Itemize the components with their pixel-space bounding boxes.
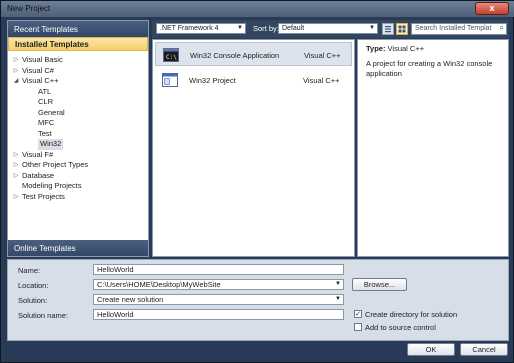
type-label: Type: (366, 44, 386, 53)
template-language: Visual C++ (304, 51, 341, 60)
tree-item-mfc[interactable]: MFC (8, 118, 148, 129)
template-description-text: A project for creating a Win32 console a… (366, 59, 493, 78)
tree-item-label: Win32 (38, 139, 64, 150)
name-field[interactable]: HelloWorld (93, 264, 344, 275)
tree-item-label: MFC (38, 118, 55, 127)
tree-item-clr[interactable]: CLR (8, 97, 148, 108)
tree-item-label: Database (22, 170, 55, 180)
source-control-label: Add to source control (365, 323, 436, 332)
ok-button[interactable]: OK (407, 343, 455, 356)
tree-item-win32[interactable]: Win32 (8, 139, 148, 150)
list-view-icon (385, 26, 391, 33)
tree-item-label: Visual F# (22, 149, 54, 159)
collapsed-arrow-icon[interactable]: ▷ (12, 192, 20, 203)
solution-dropdown[interactable]: Create new solution ▼ (93, 294, 344, 305)
create-directory-label: Create directory for solution (365, 310, 458, 319)
template-item-win32-project[interactable]: Win32 Project Visual C++ (155, 68, 352, 92)
template-type: Type: Visual C++ (366, 44, 500, 53)
template-toolbar: .NET Framework 4 ▼ Sort by: Default ▼ Se… (152, 20, 509, 38)
tree-item-label: Visual C# (22, 65, 54, 75)
template-language: Visual C++ (303, 76, 340, 85)
template-name: Win32 Console Application (190, 51, 280, 60)
window-title: New Project (7, 4, 51, 13)
name-value: HelloWorld (97, 265, 134, 274)
recent-templates-header[interactable]: Recent Templates (8, 21, 148, 37)
template-list: C:\ Win32 Console Application Visual C++… (152, 39, 355, 257)
checkmark-icon: ✓ (355, 311, 361, 318)
details-view-icon (398, 25, 406, 33)
tree-item-database[interactable]: ▷ Database (8, 171, 148, 182)
tree-item-label: Test Projects (22, 191, 65, 201)
sort-by-value: Default (282, 25, 305, 32)
tree-item-label: Test (38, 128, 52, 138)
browse-button[interactable]: Browse... (352, 278, 407, 291)
svg-text:C:\: C:\ (166, 54, 177, 61)
solution-name-field[interactable]: HelloWorld (93, 309, 344, 320)
template-description-panel: Type: Visual C++ A project for creating … (357, 39, 509, 257)
tree-item-visual-c-[interactable]: ▷ Visual C# (8, 66, 148, 77)
cancel-button[interactable]: Cancel (460, 343, 508, 356)
list-view-button[interactable] (382, 23, 394, 35)
installed-templates-header[interactable]: Installed Templates (8, 37, 148, 51)
collapsed-arrow-icon[interactable]: ▷ (12, 160, 20, 171)
location-value: C:\Users\HOME\Desktop\MyWebSite (97, 280, 221, 289)
tree-item-visual-c-[interactable]: ◢ Visual C++ (8, 76, 148, 87)
create-directory-checkbox[interactable]: ✓ (354, 310, 362, 318)
sort-by-label: Sort by: (253, 24, 279, 33)
collapsed-arrow-icon[interactable]: ▷ (12, 66, 20, 77)
collapsed-arrow-icon[interactable]: ▷ (12, 171, 20, 182)
tree-item-atl[interactable]: ATL (8, 87, 148, 98)
magnifier-icon[interactable]: ⌕ (500, 24, 504, 33)
tree-item-label: Modeling Projects (22, 181, 82, 190)
close-button[interactable]: x (475, 2, 509, 15)
project-settings-form: Name: HelloWorld Location: C:\Users\HOME… (7, 259, 509, 341)
details-view-button[interactable] (396, 23, 408, 35)
framework-dropdown[interactable]: .NET Framework 4 ▼ (156, 23, 246, 34)
console-app-icon: C:\ (163, 48, 179, 62)
tree-item-label: Other Project Types (22, 160, 89, 169)
tree-item-test[interactable]: Test (8, 129, 148, 140)
title-bar: New Project x (1, 1, 514, 17)
chevron-down-icon: ▼ (335, 281, 341, 287)
source-control-checkbox[interactable] (354, 323, 362, 331)
solution-name-value: HelloWorld (97, 310, 134, 319)
solution-label: Solution: (18, 296, 48, 305)
template-categories-panel: Recent Templates Installed Templates ▷ Vi… (7, 20, 149, 257)
chevron-down-icon: ▼ (369, 25, 375, 31)
tree-item-general[interactable]: General (8, 108, 148, 119)
dialog-body: Recent Templates Installed Templates ▷ Vi… (5, 18, 511, 360)
solution-name-label: Solution name: (18, 311, 69, 320)
tree-item-test-projects[interactable]: ▷ Test Projects (8, 192, 148, 203)
tree-item-label: CLR (38, 97, 54, 106)
name-label: Name: (18, 266, 41, 275)
tree-item-label: Visual C++ (22, 76, 59, 85)
tree-item-visual-basic[interactable]: ▷ Visual Basic (8, 55, 148, 66)
expanded-arrow-icon[interactable]: ◢ (12, 76, 20, 87)
chevron-down-icon: ▼ (237, 25, 243, 31)
collapsed-arrow-icon[interactable]: ▷ (12, 150, 20, 161)
template-name: Win32 Project (189, 76, 236, 85)
location-field[interactable]: C:\Users\HOME\Desktop\MyWebSite ▼ (93, 279, 344, 290)
framework-value: .NET Framework 4 (160, 25, 219, 32)
sort-by-dropdown[interactable]: Default ▼ (278, 23, 378, 34)
template-search-input[interactable]: Search Installed Templat ⌕ (411, 23, 507, 35)
template-item-win32-console[interactable]: C:\ Win32 Console Application Visual C++ (155, 42, 352, 66)
online-templates-header[interactable]: Online Templates (8, 240, 148, 256)
new-project-dialog: New Project x Recent Templates Installed… (0, 0, 514, 363)
search-placeholder: Search Installed Templat (415, 25, 492, 32)
tree-item-other-project-types[interactable]: ▷ Other Project Types (8, 160, 148, 171)
tree-item-label: ATL (38, 86, 52, 96)
solution-value: Create new solution (97, 295, 164, 304)
template-tree: ▷ Visual Basic ▷ Visual C# ◢ Visual C++ ATL CLR… (8, 51, 148, 202)
win32-project-icon (162, 73, 178, 87)
chevron-down-icon: ▼ (335, 296, 341, 302)
tree-item-visual-f-[interactable]: ▷ Visual F# (8, 150, 148, 161)
close-icon: x (489, 3, 495, 13)
location-label: Location: (18, 281, 49, 290)
collapsed-arrow-icon[interactable]: ▷ (12, 55, 20, 66)
tree-item-modeling-projects[interactable]: Modeling Projects (8, 181, 148, 192)
tree-item-label: General (38, 107, 65, 117)
tree-item-label: Visual Basic (22, 55, 63, 64)
type-value: Visual C++ (387, 44, 425, 53)
